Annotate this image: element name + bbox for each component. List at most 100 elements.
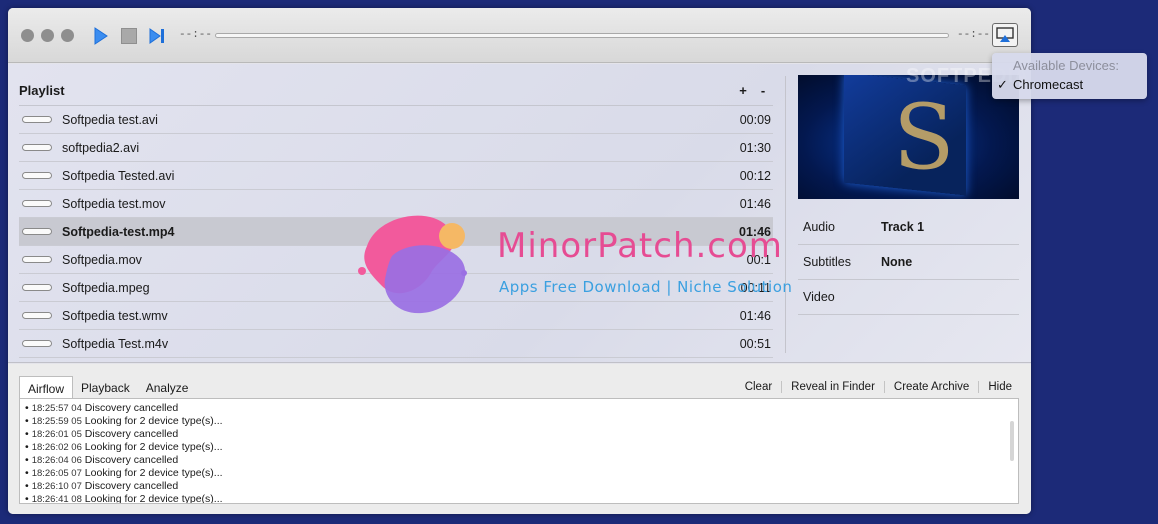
log-scrollbar[interactable] [1010, 421, 1014, 461]
log-line: • 18:26:04 06 Discovery cancelled [25, 454, 1018, 467]
skip-forward-icon [149, 28, 164, 44]
log-panel: Airflow Playback Analyze Clear Reveal in… [8, 364, 1031, 514]
log-timestamp: 18:25:59 05 [31, 416, 82, 427]
devices-menu: Available Devices: ✓ Chromecast [992, 53, 1147, 99]
log-timestamp: 18:26:05 07 [31, 468, 82, 479]
playlist-row-handle[interactable] [22, 172, 52, 179]
device-chromecast[interactable]: ✓ Chromecast [997, 77, 1083, 93]
playlist-item-duration: 01:30 [739, 140, 771, 155]
audio-value: Track 1 [881, 220, 925, 234]
video-label: Video [803, 290, 835, 304]
reveal-in-finder-button[interactable]: Reveal in Finder [781, 381, 884, 393]
playlist-row-handle[interactable] [22, 312, 52, 319]
log-view[interactable]: • 18:25:57 04 Discovery cancelled • 18:25:5… [19, 398, 1019, 504]
remove-item-button[interactable]: - [753, 83, 773, 98]
stop-button[interactable] [121, 28, 137, 44]
playlist-item-duration: 00:09 [739, 112, 771, 127]
playlist-row[interactable]: Softpedia Tested.avi 00:12 [19, 162, 773, 190]
minorpatch-logo [358, 215, 467, 314]
subtitles-row[interactable]: Subtitles None [798, 245, 1019, 280]
zoom-window-button[interactable] [61, 29, 74, 42]
log-timestamp: 18:26:01 05 [31, 429, 82, 440]
bullet-icon: • [25, 402, 29, 414]
playlist-row-handle[interactable] [22, 284, 52, 291]
bullet-icon: • [25, 441, 29, 453]
playlist-item-name: Softpedia test.mov [62, 196, 166, 211]
hide-button[interactable]: Hide [978, 381, 1021, 393]
bullet-icon: • [25, 467, 29, 479]
cast-button[interactable] [992, 23, 1018, 47]
bullet-icon: • [25, 480, 29, 492]
devices-menu-title: Available Devices: [1013, 58, 1119, 73]
bullet-icon: • [25, 415, 29, 427]
bullet-icon: • [25, 428, 29, 440]
log-message: Looking for 2 device type(s)... [84, 467, 223, 479]
subtitles-value: None [881, 255, 913, 269]
cover-logo: S [893, 85, 955, 190]
video-thumbnail: S [798, 75, 1019, 199]
log-line: • 18:26:05 07 Looking for 2 device type(s… [25, 467, 1018, 480]
close-window-button[interactable] [21, 29, 34, 42]
log-message: Discovery cancelled [84, 402, 179, 414]
playlist-row[interactable]: softpedia2.avi 01:30 [19, 134, 773, 162]
log-message: Looking for 2 device type(s)... [84, 441, 223, 453]
tab-airflow[interactable]: Airflow [19, 376, 74, 400]
tab-analyze[interactable]: Analyze [138, 376, 197, 400]
bullet-icon: • [25, 454, 29, 466]
log-message: Discovery cancelled [84, 454, 179, 466]
watermark-title: MinorPatch.com [497, 226, 783, 266]
next-track-button[interactable] [148, 25, 166, 47]
playlist-row-handle[interactable] [22, 228, 52, 235]
video-row[interactable]: Video [798, 280, 1019, 315]
minimize-window-button[interactable] [41, 29, 54, 42]
checkmark-icon: ✓ [997, 77, 1008, 92]
playlist-item-duration: 01:46 [739, 196, 771, 211]
playlist-row-handle[interactable] [22, 340, 52, 347]
seek-bar[interactable] [215, 33, 949, 38]
main-panel: Playlist + - Softpedia test.avi 00:09 soft… [8, 64, 1031, 363]
playlist-item-duration: 00:12 [739, 168, 771, 183]
device-name: Chromecast [1013, 77, 1084, 92]
toolbar: --:-- --:-- [8, 8, 1031, 63]
log-timestamp: 18:26:04 06 [31, 455, 82, 466]
divider [785, 76, 786, 353]
track-info: Audio Track 1 Subtitles None Video [798, 210, 1019, 315]
log-message: Looking for 2 device type(s)... [84, 415, 223, 427]
elapsed-time: --:-- [179, 29, 213, 41]
playlist-item-name: Softpedia Test.m4v [62, 336, 169, 351]
clear-button[interactable]: Clear [736, 381, 781, 393]
playlist-row-handle[interactable] [22, 144, 52, 151]
play-icon [94, 27, 108, 45]
playlist-row-handle[interactable] [22, 116, 52, 123]
log-line: • 18:25:59 05 Looking for 2 device type(s… [25, 415, 1018, 428]
log-timestamp: 18:25:57 04 [31, 403, 82, 414]
playlist-header: Playlist + - [19, 76, 773, 106]
log-line: • 18:26:01 05 Discovery cancelled [25, 428, 1018, 441]
log-message: Discovery cancelled [84, 428, 179, 440]
log-line: • 18:26:41 08 Looking for 2 device type(s… [25, 493, 1018, 504]
log-timestamp: 18:26:02 06 [31, 442, 82, 453]
audio-label: Audio [803, 220, 835, 234]
cast-icon [996, 27, 1014, 42]
create-archive-button[interactable]: Create Archive [883, 381, 978, 393]
playlist-row[interactable]: Softpedia Test.m4v 00:51 [19, 330, 773, 358]
audio-row[interactable]: Audio Track 1 [798, 210, 1019, 245]
subtitles-label: Subtitles [803, 255, 851, 269]
playlist-item-name: softpedia2.avi [62, 140, 140, 155]
playlist-row-handle[interactable] [22, 200, 52, 207]
add-item-button[interactable]: + [733, 83, 753, 98]
log-timestamp: 18:26:41 08 [31, 494, 82, 504]
log-actions: Clear Reveal in Finder Create Archive Hi… [736, 376, 1021, 398]
play-button[interactable] [93, 25, 109, 47]
playlist-row-handle[interactable] [22, 256, 52, 263]
log-line: • 18:25:57 04 Discovery cancelled [25, 402, 1018, 415]
playlist-item-name: Softpedia test.avi [62, 112, 158, 127]
log-message: Looking for 2 device type(s)... [84, 493, 223, 504]
log-message: Discovery cancelled [84, 480, 179, 492]
watermark-subtitle: Apps Free Download | Niche Solution [499, 278, 793, 296]
playlist-item-name: Softpedia Tested.avi [62, 168, 175, 183]
playlist-item-duration: 01:46 [739, 308, 771, 323]
log-timestamp: 18:26:10 07 [31, 481, 82, 492]
playlist-row[interactable]: Softpedia test.avi 00:09 [19, 106, 773, 134]
tab-playback[interactable]: Playback [73, 376, 138, 400]
